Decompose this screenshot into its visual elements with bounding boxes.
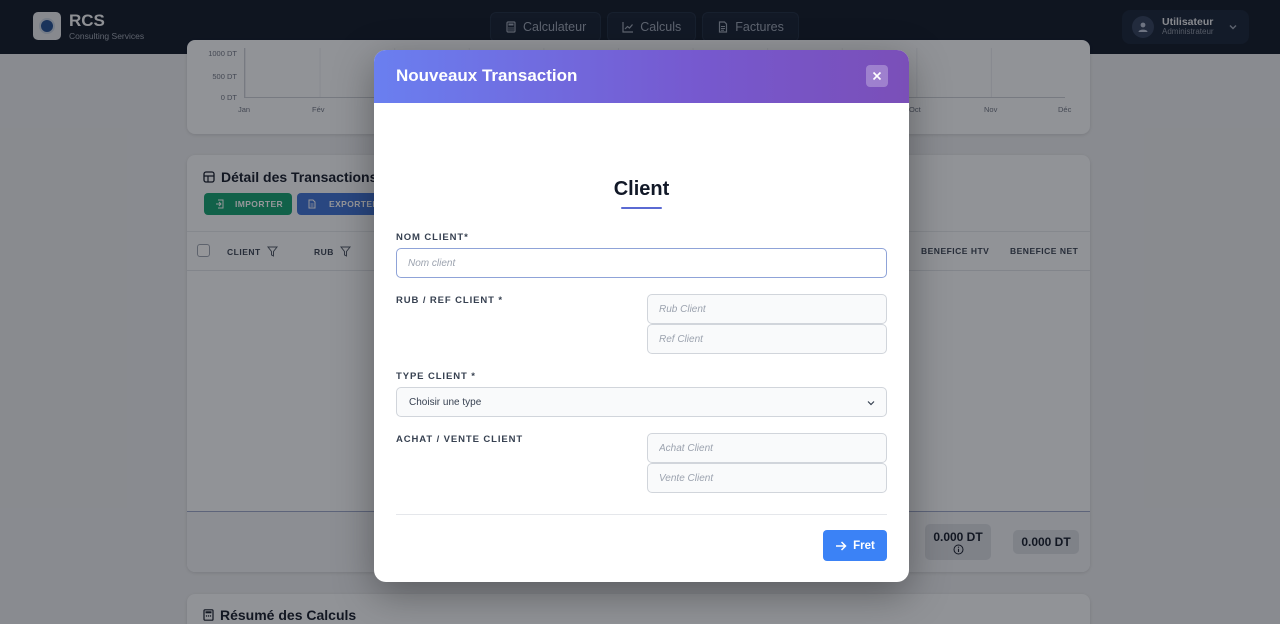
rub-ref-client-label: RUB / REF CLIENT * xyxy=(396,295,503,306)
vente-client-input[interactable] xyxy=(647,463,887,493)
modal-divider xyxy=(396,514,887,515)
rub-client-input[interactable] xyxy=(647,294,887,324)
section-title: Client xyxy=(613,178,670,200)
modal-title: Nouveaux Transaction xyxy=(396,66,578,85)
close-button[interactable] xyxy=(866,65,888,87)
achat-vente-client-label: ACHAT / VENTE CLIENT xyxy=(396,434,524,445)
arrow-right-icon xyxy=(836,540,847,551)
close-icon xyxy=(872,71,882,81)
nom-client-input[interactable] xyxy=(396,248,887,278)
new-transaction-modal: Nouveaux Transaction Client NOM CLIENT* … xyxy=(374,50,909,582)
modal-header: Nouveaux Transaction xyxy=(374,50,909,103)
type-client-value: Choisir une type xyxy=(409,396,482,408)
next-button-label: Fret xyxy=(853,539,875,552)
type-client-select[interactable]: Choisir une type xyxy=(396,387,887,417)
next-button[interactable]: Fret xyxy=(823,530,887,561)
ref-client-input[interactable] xyxy=(647,324,887,354)
nom-client-label: NOM CLIENT* xyxy=(396,232,469,243)
type-client-label: TYPE CLIENT * xyxy=(396,371,476,382)
section-underline xyxy=(621,207,662,209)
achat-client-input[interactable] xyxy=(647,433,887,463)
chevron-down-icon xyxy=(867,401,875,406)
